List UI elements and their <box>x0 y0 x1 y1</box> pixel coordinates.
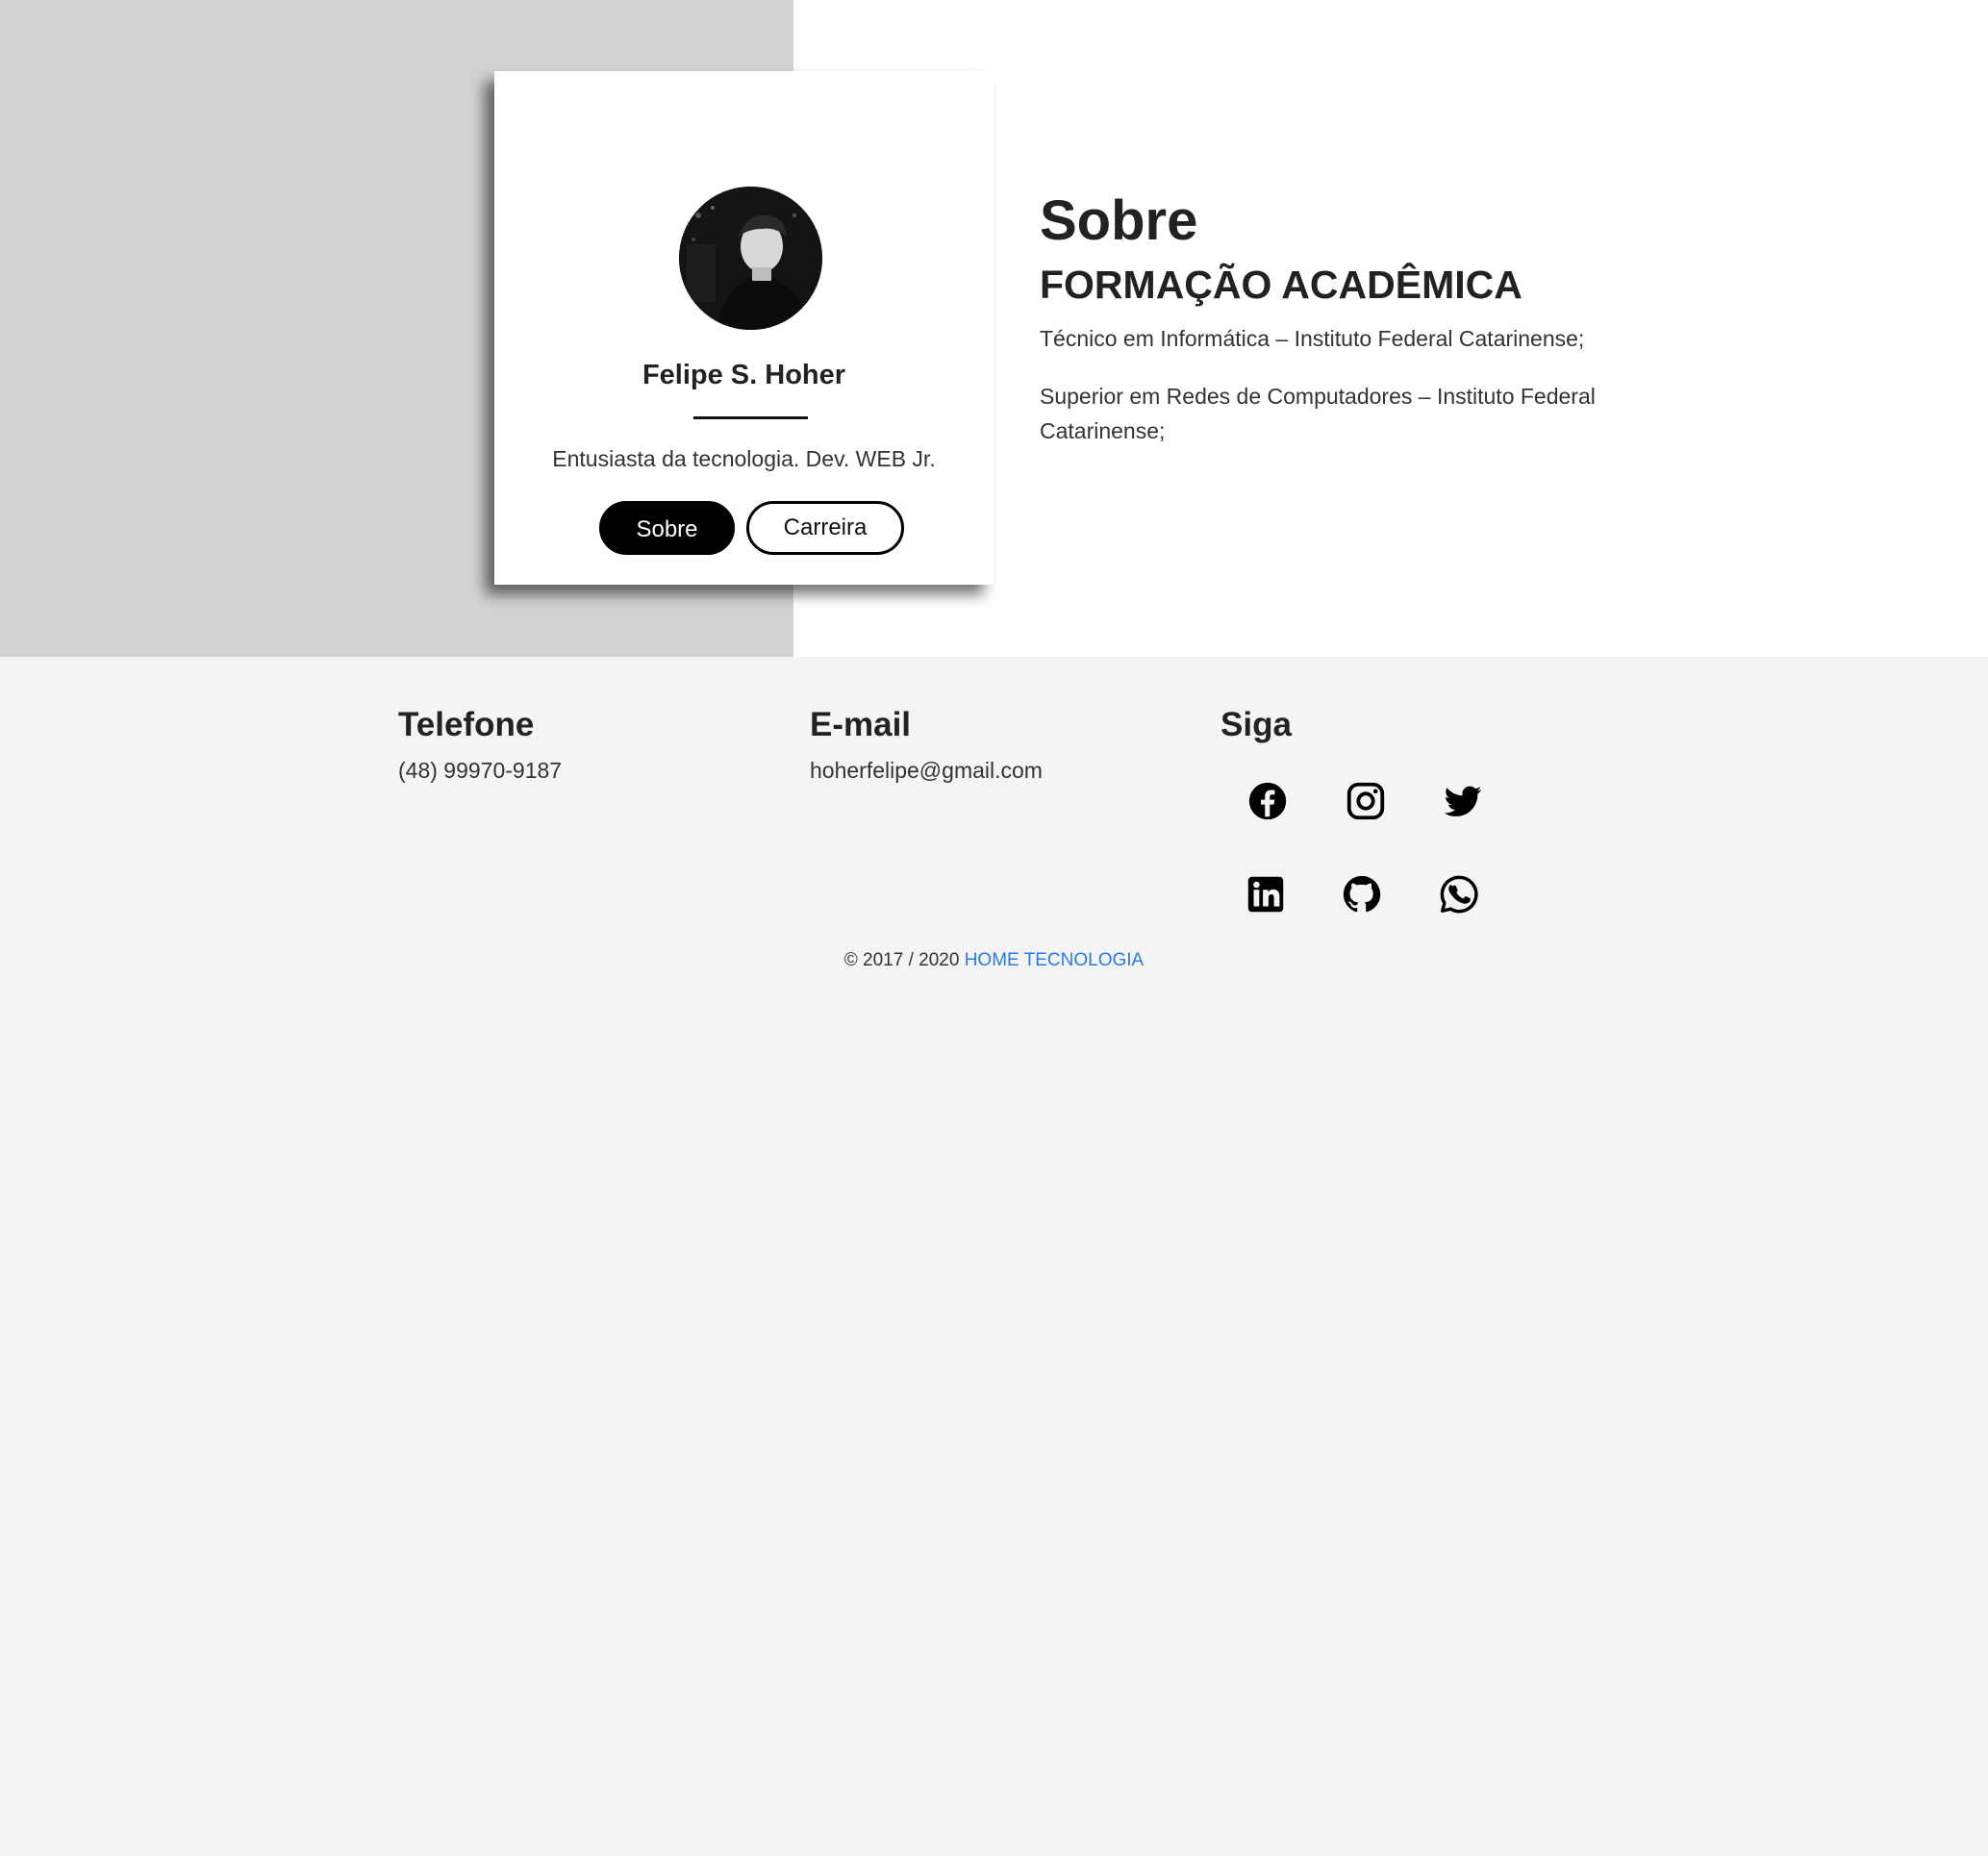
follow-heading: Siga <box>1220 706 1292 743</box>
profile-tagline: Entusiasta da tecnologia. Dev. WEB Jr. <box>552 446 936 471</box>
twitter-icon[interactable] <box>1441 779 1485 823</box>
footer-phone: Telefone (48) 99970-9187 <box>398 702 562 784</box>
github-icon[interactable] <box>1340 872 1384 916</box>
linkedin-icon[interactable] <box>1244 872 1288 916</box>
about-title: Sobre <box>1040 189 1198 252</box>
phone-value: (48) 99970-9187 <box>398 758 563 783</box>
footer-follow: Siga <box>1220 702 1292 748</box>
hero-section: Felipe S. Hoher Entusiasta da tecnologia… <box>0 0 1988 657</box>
copyright: © 2017 / 2020 HOME TECNOLOGIA <box>0 950 1988 971</box>
education-heading: FORMAÇÃO ACADÊMICA <box>1040 263 1522 307</box>
profile-name: Felipe S. Hoher <box>642 360 846 390</box>
profile-card: Felipe S. Hoher Entusiasta da tecnologia… <box>494 71 994 585</box>
about-section: Sobre FORMAÇÃO ACADÊMICA Técnico em Info… <box>1040 183 1636 448</box>
instagram-icon[interactable] <box>1344 779 1388 823</box>
about-button[interactable]: Sobre <box>599 501 735 555</box>
career-button[interactable]: Carreira <box>746 501 904 555</box>
phone-heading: Telefone <box>398 706 535 743</box>
email-heading: E-mail <box>810 706 912 743</box>
facebook-icon[interactable] <box>1246 779 1290 823</box>
avatar <box>679 187 822 330</box>
whatsapp-icon[interactable] <box>1437 872 1481 916</box>
email-value: hoherfelipe@gmail.com <box>810 758 1043 783</box>
education-item: Técnico em Informática – Instituto Feder… <box>1040 326 1585 351</box>
name-divider <box>693 416 808 419</box>
home-tecnologia-link[interactable]: HOME TECNOLOGIA <box>965 950 1145 970</box>
education-item: Superior em Redes de Computadores – Inst… <box>1040 384 1596 443</box>
copyright-text: © 2017 / 2020 <box>843 950 960 970</box>
footer-email: E-mail hoherfelipe@gmail.com <box>810 702 1043 784</box>
